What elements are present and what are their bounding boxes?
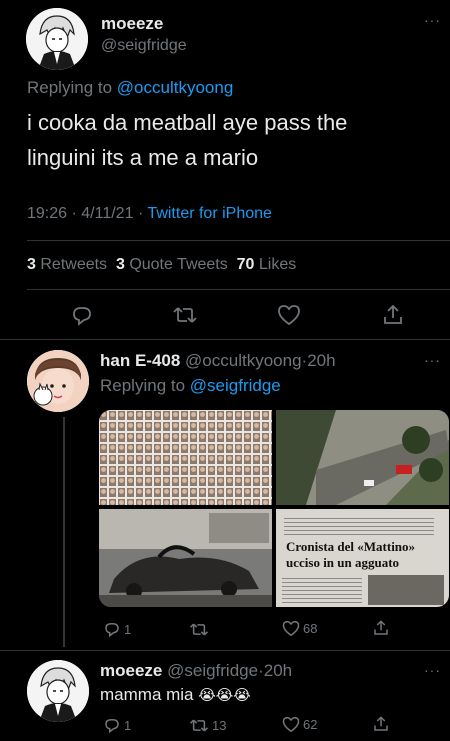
tweet-text: mamma mia 😭😭😭 [100, 685, 251, 705]
tweet-meta: 19:26 · 4/11/21 · Twitter for iPhone [27, 205, 272, 223]
media-image-photo-grid[interactable] [99, 410, 272, 505]
meta-separator: · [137, 205, 144, 222]
divider [0, 650, 450, 651]
media-image-newspaper[interactable]: Cronista del «Mattino» ucciso in un aggu… [276, 509, 449, 607]
newspaper-columns [282, 575, 362, 605]
retweet-button[interactable]: 13 [189, 717, 226, 734]
tweet-time: 19:26 [27, 205, 68, 222]
photo-grid-image [99, 410, 272, 505]
reply-icon [103, 620, 121, 638]
reply-icon[interactable] [70, 303, 94, 327]
likes-label: Likes [258, 256, 297, 273]
newspaper-headline-line2: ucciso in un agguato [286, 555, 400, 570]
quotes-stat[interactable]: 3 Quote Tweets [116, 256, 228, 273]
likes-stat[interactable]: 70 Likes [237, 256, 297, 273]
tweet-age[interactable]: 20h [307, 351, 335, 370]
author-handle[interactable]: @seigfridge [167, 661, 258, 680]
newspaper-photo [368, 575, 444, 605]
reply-button[interactable]: 1 [103, 716, 131, 734]
share-icon[interactable] [381, 303, 405, 327]
bottom-header: moeeze @seigfridge·20h [100, 661, 292, 681]
avatar-image [27, 350, 89, 412]
likes-count: 70 [236, 256, 255, 273]
newspaper-body-text [284, 515, 434, 537]
crying-emoji: 😭😭😭 [198, 687, 251, 704]
like-count: 68 [303, 621, 318, 636]
retweet-count: 13 [212, 718, 227, 733]
quotes-label: Quote Tweets [129, 256, 228, 273]
author-handle[interactable]: @occultkyoong [185, 351, 302, 370]
avatar-moeeze[interactable] [27, 660, 89, 722]
retweets-label: Retweets [40, 256, 108, 273]
tweet-text-line1: i cooka da meatball aye pass the [27, 110, 348, 135]
quotes-count: 3 [115, 256, 125, 273]
share-icon[interactable] [372, 715, 390, 733]
tweet-text-line2: linguini its a me a mario [27, 145, 259, 170]
reply-count: 1 [124, 717, 132, 733]
more-options-icon[interactable]: ··· [424, 352, 441, 368]
retweets-count: 3 [27, 256, 36, 273]
newspaper-headline-line1: Cronista del «Mattino» [286, 539, 416, 554]
media-image-burned-car[interactable] [99, 509, 272, 607]
like-button[interactable]: 62 [282, 716, 317, 733]
replying-prefix: Replying to [27, 78, 113, 97]
reply-button[interactable]: 1 [103, 620, 131, 638]
meta-separator: · [71, 205, 77, 222]
reply-count: 1 [124, 621, 132, 637]
avatar-han-e-408[interactable] [27, 350, 89, 412]
avatar-moeeze[interactable] [26, 8, 88, 70]
reply-icon [103, 716, 121, 734]
tweet-text-content: mamma mia [100, 685, 194, 704]
tweet-client-link[interactable]: Twitter for iPhone [147, 205, 272, 222]
retweet-icon[interactable] [172, 304, 198, 326]
like-icon[interactable] [277, 304, 301, 326]
tweet-date: 4/11/21 [81, 205, 134, 222]
more-options-icon[interactable]: ··· [424, 12, 441, 28]
replying-prefix: Replying to [100, 376, 186, 395]
divider [0, 339, 450, 340]
replying-to-link[interactable]: @seigfridge [190, 376, 281, 395]
author-name[interactable]: han E-408 [100, 351, 180, 370]
replying-to-line: Replying to @occultkyoong [27, 78, 233, 98]
like-icon [282, 620, 300, 637]
reply-header: han E-408 @occultkyoong·20h [100, 351, 336, 371]
author-name[interactable]: moeeze [100, 661, 162, 680]
divider [27, 289, 450, 290]
retweets-stat[interactable]: 3 Retweets [27, 256, 107, 273]
avatar-image [26, 8, 88, 70]
like-icon [282, 716, 300, 733]
like-button[interactable]: 68 [282, 620, 317, 637]
retweet-icon [189, 717, 209, 734]
author-handle[interactable]: @seigfridge [101, 37, 187, 55]
replying-to-line: Replying to @seigfridge [100, 376, 281, 396]
replying-to-link[interactable]: @occultkyoong [117, 78, 234, 97]
like-count: 62 [303, 717, 318, 732]
author-name[interactable]: moeeze [101, 14, 163, 34]
avatar-image [27, 660, 89, 722]
crash-scene-image [276, 410, 449, 505]
tweet-age[interactable]: 20h [264, 661, 292, 680]
tweet-stats: 3 Retweets 3 Quote Tweets 70 Likes [27, 256, 296, 274]
divider [27, 240, 450, 241]
share-icon[interactable] [372, 619, 390, 637]
retweet-icon[interactable] [189, 621, 209, 638]
media-image-crash-scene[interactable] [276, 410, 449, 505]
more-options-icon[interactable]: ··· [424, 662, 441, 678]
burned-car-image [99, 509, 272, 607]
thread-line [63, 417, 65, 647]
